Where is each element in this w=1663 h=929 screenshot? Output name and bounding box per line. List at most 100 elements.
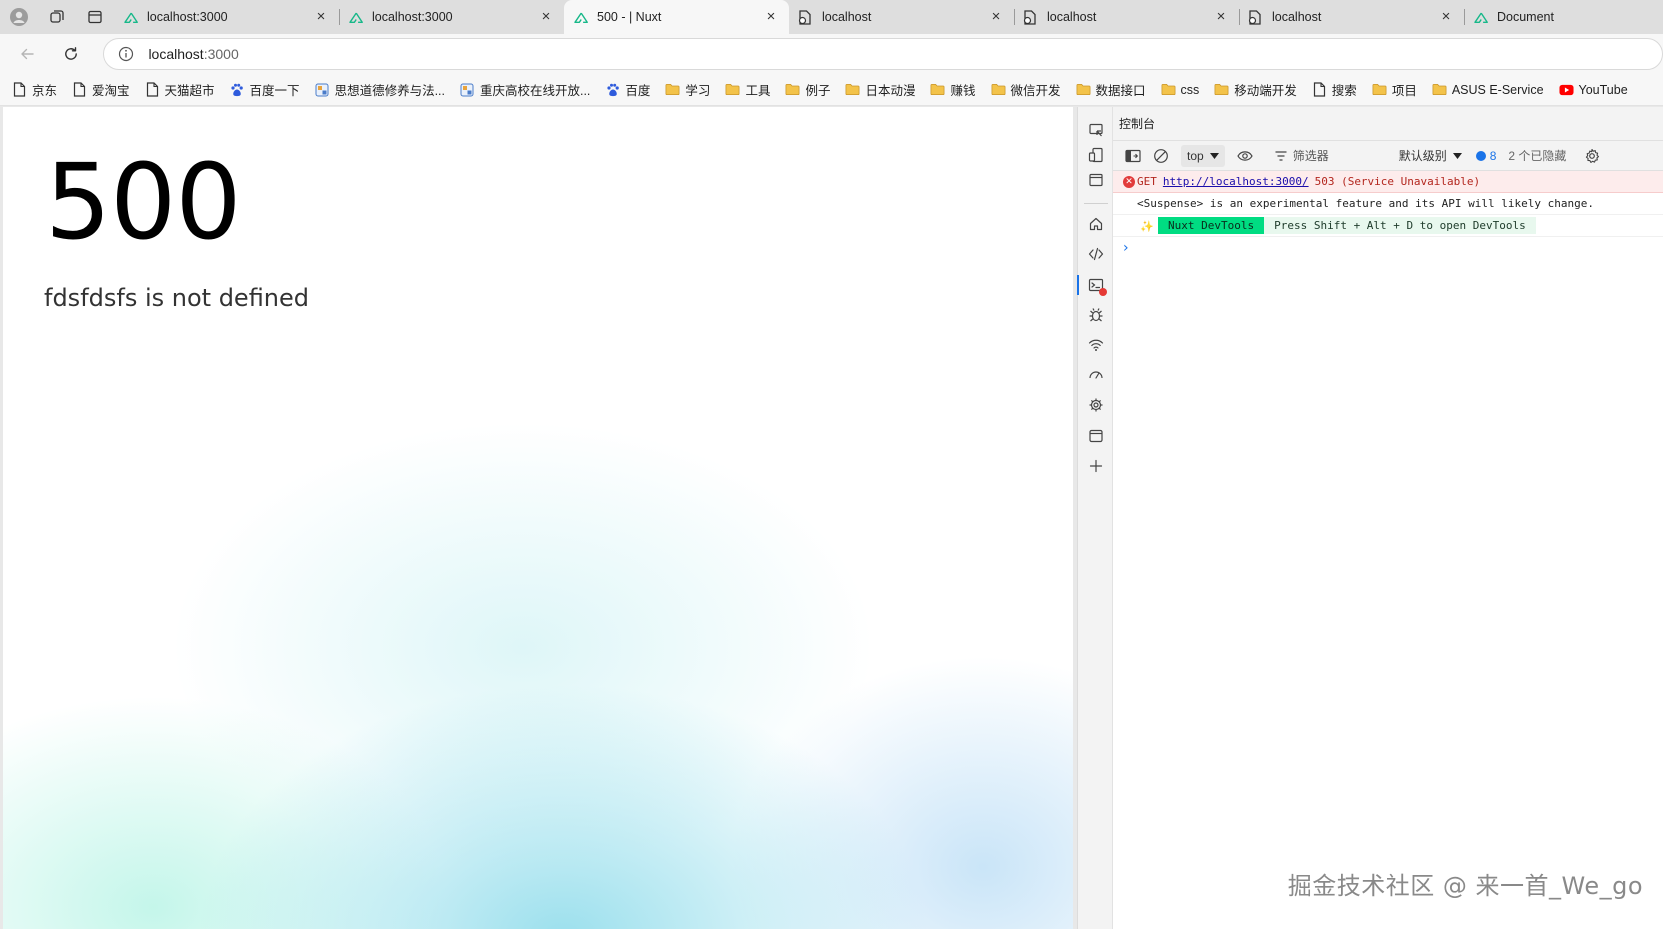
tab-strip: localhost:3000 × localhost:3000 × 500 - … bbox=[0, 0, 1663, 34]
more-tools-button[interactable] bbox=[1078, 453, 1114, 479]
bookmark-item[interactable]: 京东 bbox=[12, 80, 57, 99]
tab[interactable]: localhost × bbox=[1239, 0, 1464, 34]
bookmark-item[interactable]: 赚钱 bbox=[930, 80, 976, 99]
youtube-icon bbox=[1559, 82, 1574, 97]
bookmark-item[interactable]: 百度 bbox=[605, 80, 650, 99]
profile-button[interactable] bbox=[0, 0, 38, 34]
caret-down-icon bbox=[1209, 152, 1219, 159]
console-log-row: ✨ Nuxt DevTools Press Shift + Alt + D to… bbox=[1113, 215, 1663, 237]
bookmark-item[interactable]: 思想道德修养与法... bbox=[315, 80, 445, 99]
vertical-tabs-button[interactable] bbox=[76, 0, 114, 34]
tab-close-button[interactable]: × bbox=[988, 9, 1004, 25]
folder-icon bbox=[665, 82, 680, 97]
clear-console-button[interactable] bbox=[1149, 145, 1173, 167]
console-settings-button[interactable] bbox=[1580, 145, 1604, 167]
bookmark-item[interactable]: 百度一下 bbox=[230, 80, 300, 99]
device-icon bbox=[1088, 147, 1103, 163]
page-icon bbox=[72, 82, 87, 97]
bookmark-label: 爱淘宝 bbox=[92, 84, 130, 98]
bookmark-item[interactable]: YouTube bbox=[1559, 82, 1628, 97]
filter-input[interactable]: 筛选器 bbox=[1274, 147, 1387, 164]
folder-icon bbox=[1076, 82, 1091, 97]
address-bar[interactable]: localhost:3000 bbox=[103, 38, 1663, 70]
bookmark-item[interactable]: 重庆高校在线开放... bbox=[460, 80, 590, 99]
error-method: GET bbox=[1137, 175, 1157, 188]
profile-icon bbox=[10, 8, 28, 26]
tab-title: localhost bbox=[822, 10, 872, 24]
performance-tool[interactable] bbox=[1078, 362, 1114, 388]
tab-close-button[interactable]: × bbox=[313, 9, 329, 25]
bookmark-label: 学习 bbox=[685, 84, 711, 98]
folder-icon bbox=[845, 82, 860, 97]
workspaces-icon bbox=[50, 10, 64, 23]
bookmark-item[interactable]: ASUS E-Service bbox=[1432, 82, 1544, 97]
tab[interactable]: localhost:3000 × bbox=[114, 0, 339, 34]
memory-tool[interactable] bbox=[1078, 392, 1114, 418]
elements-tool[interactable] bbox=[1078, 241, 1114, 267]
network-tool[interactable] bbox=[1078, 332, 1114, 358]
bookmark-label: 百度一下 bbox=[249, 84, 300, 98]
tab[interactable]: Document bbox=[1464, 0, 1663, 34]
tab-title: localhost:3000 bbox=[372, 10, 453, 24]
bookmark-item[interactable]: 爱淘宝 bbox=[72, 80, 130, 99]
bookmark-item[interactable]: 天猫超市 bbox=[145, 80, 215, 99]
bookmark-item[interactable]: 日本动漫 bbox=[845, 80, 915, 99]
page-icon bbox=[797, 9, 813, 25]
hidden-messages-count: 2 个已隐藏 bbox=[1508, 149, 1567, 163]
site-icon bbox=[460, 82, 475, 97]
message-count-badge[interactable]: 8 bbox=[1475, 149, 1496, 163]
nuxt-icon bbox=[122, 9, 138, 25]
caret-down-icon bbox=[1452, 152, 1462, 159]
info-icon[interactable] bbox=[118, 46, 134, 62]
reload-button[interactable] bbox=[53, 38, 89, 70]
browser-toolbar: localhost:3000 bbox=[0, 34, 1663, 74]
tab[interactable]: localhost × bbox=[1014, 0, 1239, 34]
bookmark-item[interactable]: 微信开发 bbox=[991, 80, 1061, 99]
nuxt-devtools-hint: Press Shift + Alt + D to open DevTools bbox=[1264, 217, 1536, 234]
bookmark-label: 微信开发 bbox=[1010, 84, 1061, 98]
tab-close-button[interactable]: × bbox=[1438, 9, 1454, 25]
log-level-dropdown[interactable]: 默认级别 bbox=[1399, 147, 1462, 164]
bookmark-item[interactable]: 工具 bbox=[725, 80, 770, 99]
bookmark-item[interactable]: 例子 bbox=[785, 80, 830, 99]
bookmark-label: 移动端开发 bbox=[1234, 84, 1297, 98]
inspect-element-button[interactable] bbox=[1078, 117, 1114, 143]
tab[interactable]: localhost:3000 × bbox=[339, 0, 564, 34]
dock-button[interactable] bbox=[1078, 167, 1114, 193]
bookmark-item[interactable]: 项目 bbox=[1372, 80, 1417, 99]
workspaces-button[interactable] bbox=[38, 0, 76, 34]
tab-active[interactable]: 500 - | Nuxt × bbox=[564, 0, 789, 34]
error-url-link[interactable]: http://localhost:3000/ bbox=[1163, 175, 1309, 188]
live-expression-button[interactable] bbox=[1233, 145, 1257, 167]
device-emulation-button[interactable] bbox=[1078, 142, 1114, 168]
bookmark-item[interactable]: css bbox=[1161, 82, 1199, 97]
sidebar-toggle-button[interactable] bbox=[1121, 145, 1145, 167]
bookmark-item[interactable]: 移动端开发 bbox=[1214, 80, 1297, 99]
nuxt-icon bbox=[572, 9, 588, 25]
tab-close-button[interactable]: × bbox=[1213, 9, 1229, 25]
error-icon: ✕ bbox=[1123, 176, 1135, 188]
bookmark-item[interactable]: 数据接口 bbox=[1076, 80, 1146, 99]
console-tool[interactable] bbox=[1077, 272, 1114, 298]
nuxt-icon bbox=[347, 9, 363, 25]
bookmark-label: 重庆高校在线开放... bbox=[479, 84, 591, 98]
application-tool[interactable] bbox=[1078, 423, 1114, 449]
tab-title: localhost bbox=[1272, 10, 1322, 24]
context-selector[interactable]: top bbox=[1181, 144, 1225, 167]
tab-close-button[interactable]: × bbox=[763, 9, 779, 25]
watermark: 掘金技术社区 @ 来一首_We_go bbox=[1287, 872, 1643, 900]
bookmark-label: 百度 bbox=[625, 84, 651, 98]
welcome-tool[interactable] bbox=[1078, 211, 1114, 237]
url-port: :3000 bbox=[203, 46, 239, 62]
tab-close-button[interactable]: × bbox=[538, 9, 554, 25]
bookmark-item[interactable]: 搜索 bbox=[1312, 80, 1357, 99]
console-toolbar: top 筛选器 默认级别 8 2 个已隐藏 bbox=[1113, 141, 1663, 171]
console-prompt[interactable]: › bbox=[1113, 237, 1663, 259]
back-button[interactable] bbox=[9, 38, 45, 70]
plus-icon bbox=[1089, 459, 1103, 473]
tab[interactable]: localhost × bbox=[789, 0, 1014, 34]
bookmark-item[interactable]: 学习 bbox=[665, 80, 710, 99]
folder-icon bbox=[991, 82, 1006, 97]
sources-tool[interactable] bbox=[1078, 302, 1114, 328]
address-url[interactable]: localhost:3000 bbox=[148, 46, 238, 62]
